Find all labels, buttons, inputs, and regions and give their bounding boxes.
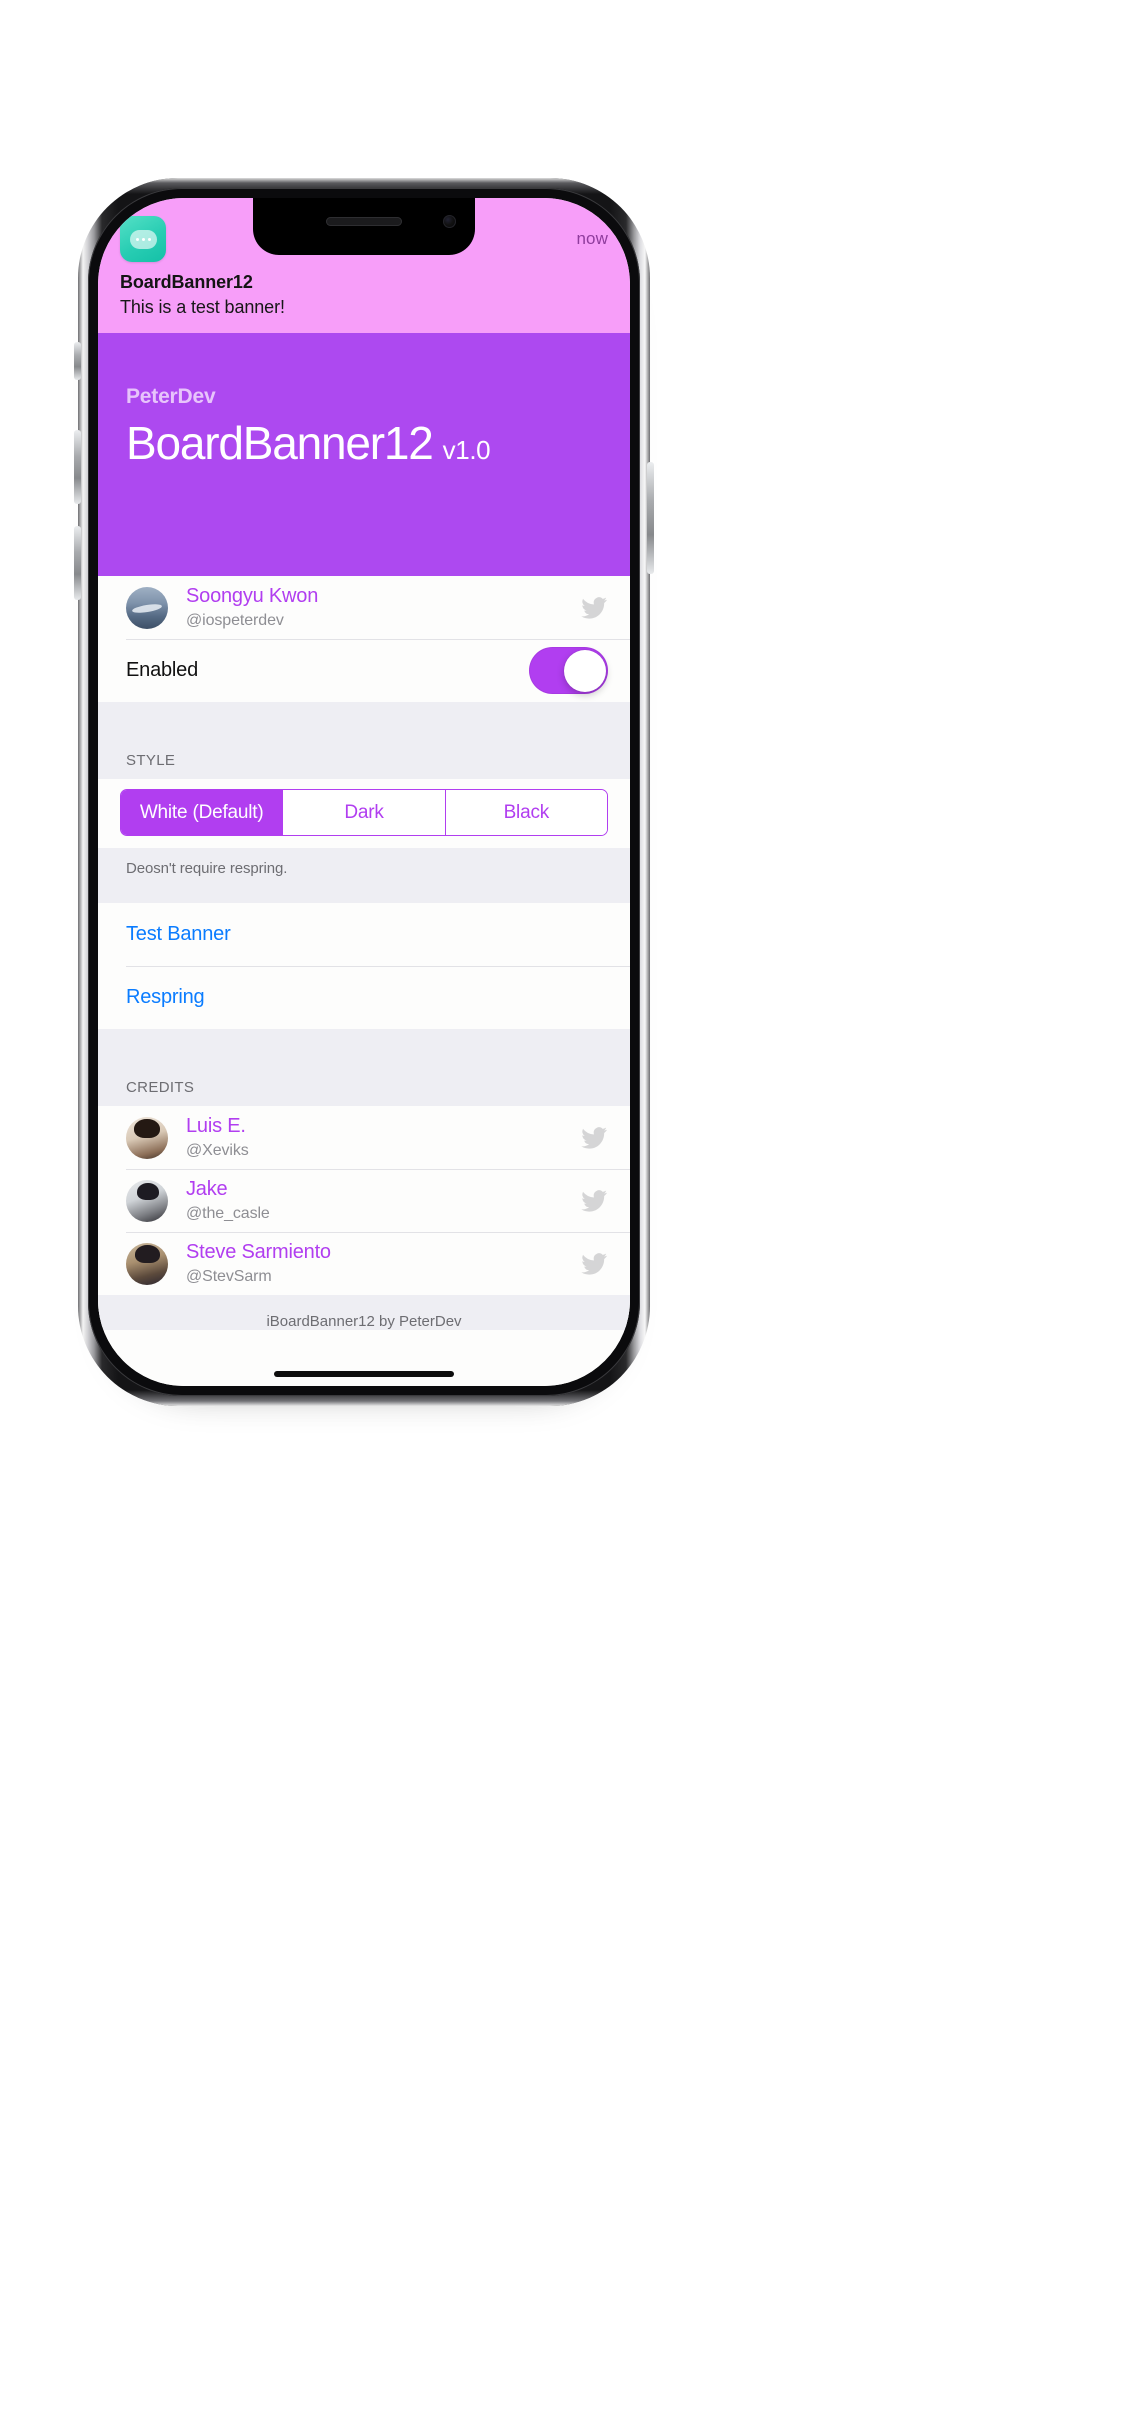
- segment-black[interactable]: Black: [444, 790, 607, 835]
- test-banner-button[interactable]: Test Banner: [98, 903, 630, 966]
- hero-title-row: BoardBanner12 v1.0: [126, 417, 602, 469]
- credit-names: Steve Sarmiento @StevSarm: [186, 1240, 331, 1286]
- chat-bubble-icon: [120, 216, 166, 262]
- screenshot-stage: now BoardBanner12 This is a test banner!…: [0, 0, 1125, 2436]
- hero-developer-name: PeterDev: [126, 385, 216, 408]
- section-gap: [98, 702, 630, 726]
- earpiece-speaker: [326, 217, 402, 226]
- twitter-bird-icon: [580, 1124, 608, 1152]
- credit-handle: @StevSarm: [186, 1268, 272, 1286]
- credit-names: Luis E. @Xeviks: [186, 1114, 249, 1160]
- credits-section-header: CREDITS: [98, 1053, 630, 1106]
- page-title: BoardBanner12: [126, 417, 434, 469]
- toggle-knob: [563, 649, 606, 692]
- section-gap-2: [98, 1029, 630, 1053]
- hero-header: PeterDev BoardBanner12 v1.0: [98, 333, 630, 576]
- notification-timestamp: now: [576, 229, 608, 248]
- app-root: now BoardBanner12 This is a test banner!…: [98, 198, 630, 1386]
- power-button[interactable]: [647, 462, 654, 574]
- style-section-header: STYLE: [98, 726, 630, 779]
- volume-up-button[interactable]: [74, 430, 81, 504]
- phone-screen: now BoardBanner12 This is a test banner!…: [98, 198, 630, 1386]
- credit-row-steve[interactable]: Steve Sarmiento @StevSarm: [98, 1232, 630, 1295]
- avatar: [126, 1242, 168, 1285]
- twitter-bird-icon: [580, 594, 608, 622]
- enabled-row[interactable]: Enabled: [98, 639, 630, 702]
- settings-list: Soongyu Kwon @iospeterdev Enabled STYLE: [98, 576, 630, 1386]
- segment-white-default[interactable]: White (Default): [121, 790, 283, 835]
- enabled-toggle[interactable]: [529, 647, 608, 694]
- twitter-bird-icon: [580, 1187, 608, 1215]
- bubble-shape: [129, 229, 157, 249]
- app-footer-text: iBoardBanner12 by PeterDev: [98, 1295, 630, 1330]
- avatar: [126, 1116, 168, 1159]
- home-indicator[interactable]: [274, 1371, 454, 1377]
- respring-label: Respring: [126, 986, 205, 1008]
- credit-handle: @Xeviks: [186, 1142, 249, 1160]
- notification-message: This is a test banner!: [120, 296, 285, 317]
- twitter-bird-icon: [580, 1250, 608, 1278]
- notch: [253, 198, 475, 255]
- enabled-label: Enabled: [126, 659, 198, 681]
- credit-handle: @the_casle: [186, 1205, 270, 1223]
- credit-row-luis[interactable]: Luis E. @Xeviks: [98, 1106, 630, 1169]
- segment-dark[interactable]: Dark: [282, 790, 445, 835]
- credit-name: Jake: [186, 1178, 228, 1201]
- author-name: Soongyu Kwon: [186, 585, 319, 608]
- author-names: Soongyu Kwon @iospeterdev: [186, 584, 318, 630]
- credit-name: Luis E.: [186, 1115, 246, 1138]
- credit-name: Steve Sarmiento: [186, 1241, 331, 1264]
- style-section-footer: Deosn't require respring.: [98, 848, 630, 903]
- author-handle: @iospeterdev: [186, 612, 284, 630]
- avatar: [126, 586, 168, 629]
- silent-switch-button[interactable]: [74, 342, 81, 380]
- respring-button[interactable]: Respring: [98, 966, 630, 1029]
- test-banner-label: Test Banner: [126, 923, 231, 945]
- style-segmented-row: White (Default) Dark Black: [98, 779, 630, 848]
- front-camera-icon: [443, 215, 456, 228]
- notification-title: BoardBanner12: [120, 272, 253, 292]
- version-label: v1.0: [442, 435, 491, 465]
- author-row[interactable]: Soongyu Kwon @iospeterdev: [98, 576, 630, 639]
- style-segmented-control[interactable]: White (Default) Dark Black: [120, 789, 608, 836]
- credit-row-jake[interactable]: Jake @the_casle: [98, 1169, 630, 1232]
- volume-down-button[interactable]: [74, 526, 81, 600]
- avatar: [126, 1179, 168, 1222]
- credit-names: Jake @the_casle: [186, 1177, 270, 1223]
